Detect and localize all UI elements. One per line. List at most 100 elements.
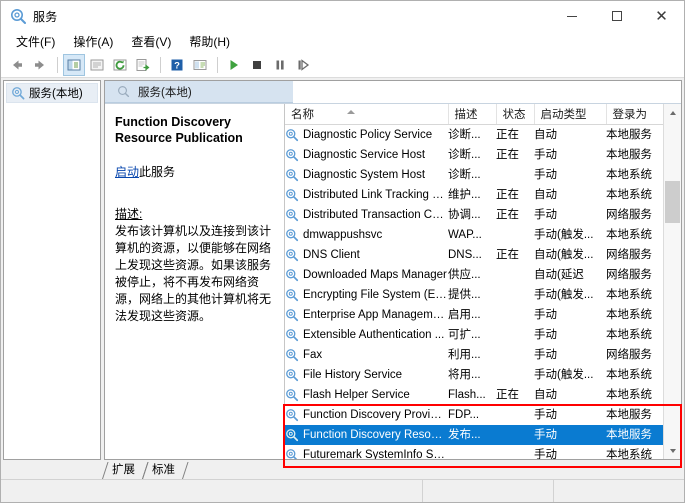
selected-service-title: Function Discovery Resource Publication (115, 115, 243, 145)
service-name-text: Diagnostic Service Host (303, 149, 426, 161)
cell-logon-as: 本地系统 (606, 309, 652, 321)
table-row[interactable]: Diagnostic Policy Service 诊断... 正在 自动 本地服务 (285, 125, 663, 146)
show-hide-console-tree-icon[interactable] (63, 54, 85, 76)
service-gear-icon (285, 388, 299, 402)
description-text: 发布该计算机以及连接到该计算机的资源，以便能够在网络上发现这些资源。如果该服务被… (115, 224, 272, 323)
cell-logon-as: 网络服务 (606, 209, 652, 221)
table-row[interactable]: Distributed Transaction Co... 协调... 正在 手动 网络… (285, 205, 663, 225)
scrollbar-thumb[interactable] (665, 181, 680, 223)
restart-service-icon[interactable] (292, 54, 314, 76)
minimize-button[interactable] (549, 1, 594, 31)
close-button[interactable]: ✕ (639, 1, 684, 31)
pane-body: Function Discovery Resource Publication … (105, 104, 681, 459)
service-action-line: 启动此服务 (115, 164, 275, 180)
cell-status: 正在 (496, 129, 519, 141)
cell-startup-type: 手动 (534, 309, 557, 321)
cell-status: 正在 (496, 389, 519, 401)
cell-logon-as: 本地系统 (606, 329, 652, 341)
scroll-down-button[interactable] (664, 442, 681, 459)
cell-startup-type: 手动(触发... (534, 289, 594, 301)
table-row[interactable]: Fax 利用... 手动 网络服务 (285, 345, 663, 365)
cell-status (496, 405, 534, 425)
menu-file[interactable]: 文件(F) (7, 32, 64, 52)
scroll-up-button[interactable] (664, 104, 681, 121)
tree-item-services-local[interactable]: 服务(本地) (6, 83, 98, 103)
start-service-icon[interactable] (223, 54, 245, 76)
cell-startup-type: 手动(触发... (534, 229, 594, 241)
maximize-button[interactable] (594, 1, 639, 31)
service-name-text: Downloaded Maps Manager (303, 269, 447, 281)
main-content: 服务(本地) 服务(本地) Function Discovery Resourc… (1, 78, 684, 460)
list-scroll-wrap: 名称 描述 状态 启动类型 登录为 Diagnostic Policy Serv… (285, 104, 681, 459)
service-name-text: Encrypting File System (EFS) (303, 289, 448, 301)
service-name-text: Extensible Authentication ... (303, 329, 445, 341)
column-header-status[interactable]: 状态 (496, 104, 535, 125)
cell-status (496, 225, 534, 245)
service-gear-icon (285, 268, 299, 282)
cell-logon-as: 本地系统 (606, 369, 652, 381)
services-table-body: Diagnostic Policy Service 诊断... 正在 自动 本地服务 Di… (285, 125, 663, 459)
table-row[interactable]: Enterprise App Manageme... 启用... 手动 本地系统 (285, 305, 663, 325)
table-row[interactable]: Downloaded Maps Manager 供应... 自动(延迟 网络服务 (285, 265, 663, 285)
cell-status: 正在 (496, 149, 519, 161)
cell-startup-type: 自动(延迟 (534, 269, 584, 281)
services-list-panel: 名称 描述 状态 启动类型 登录为 Diagnostic Policy Serv… (285, 104, 681, 459)
cell-logon-as: 网络服务 (606, 269, 652, 281)
service-gear-icon (285, 208, 299, 222)
menu-view[interactable]: 查看(V) (122, 32, 180, 52)
table-row[interactable]: Diagnostic System Host 诊断... 手动 本地系统 (285, 165, 663, 185)
cell-service-name: Function Discovery Resour... (285, 425, 448, 445)
status-segment-main (1, 480, 423, 502)
services-window: 服务 ✕ 文件(F) 操作(A) 查看(V) 帮助(H) ? 服务(本地) 服务… (0, 0, 685, 503)
table-row[interactable]: Diagnostic Service Host 诊断... 正在 手动 本地服务 (285, 145, 663, 165)
tree-item-label: 服务(本地) (29, 88, 83, 100)
column-header-logon-as[interactable]: 登录为 (606, 104, 663, 125)
cell-logon-as: 网络服务 (606, 249, 652, 261)
column-header-name[interactable]: 名称 (285, 104, 449, 125)
table-row[interactable]: dmwappushsvc WAP... 手动(触发... 本地系统 (285, 225, 663, 245)
pause-service-icon[interactable] (269, 54, 291, 76)
separator-2 (160, 57, 161, 73)
column-header-description[interactable]: 描述 (448, 104, 497, 125)
refresh-icon[interactable] (109, 54, 131, 76)
cell-service-name: Diagnostic Policy Service (285, 125, 448, 146)
table-row[interactable]: Function Discovery Resour... 发布... 手动 本地服务 (285, 425, 663, 445)
cell-service-name: Extensible Authentication ... (285, 325, 448, 345)
service-name-text: Fax (303, 349, 323, 361)
service-gear-icon (285, 228, 299, 242)
cell-logon-as: 本地系统 (606, 449, 652, 459)
cell-startup-type: 自动 (534, 389, 557, 401)
service-gear-icon (285, 328, 299, 342)
start-service-link[interactable]: 启动 (115, 165, 139, 179)
table-row[interactable]: Extensible Authentication ... 可扩... 手动 本地系统 (285, 325, 663, 345)
cell-service-name: Diagnostic System Host (285, 165, 448, 185)
properties-icon[interactable] (86, 54, 108, 76)
forward-icon[interactable] (29, 54, 51, 76)
column-header-startup-type[interactable]: 启动类型 (534, 104, 607, 125)
service-name-text: Distributed Transaction Co... (303, 209, 448, 221)
table-row[interactable]: Encrypting File System (EFS) 提供... 手动(触发..… (285, 285, 663, 305)
menu-action[interactable]: 操作(A) (64, 32, 122, 52)
table-row[interactable]: File History Service 将用... 手动(触发... 本地系统 (285, 365, 663, 385)
table-row[interactable]: Function Discovery Provide... FDP... 手动 本地服… (285, 405, 663, 425)
cell-logon-as: 本地服务 (606, 129, 652, 141)
back-icon[interactable] (6, 54, 28, 76)
stop-service-icon[interactable] (246, 54, 268, 76)
cell-startup-type: 手动 (534, 409, 557, 421)
table-row[interactable]: DNS Client DNS... 正在 自动(触发... 网络服务 (285, 245, 663, 265)
table-row[interactable]: Distributed Link Tracking C... 维护... 正在 自动 本… (285, 185, 663, 205)
show-hide-action-pane-icon[interactable] (189, 54, 211, 76)
table-row[interactable]: Futuremark SystemInfo Ser... 手动 本地系统 (285, 445, 663, 459)
tab-extended[interactable]: 扩展 (102, 462, 142, 479)
table-row[interactable]: Flash Helper Service Flash... 正在 自动 本地系统 (285, 385, 663, 405)
export-list-icon[interactable] (132, 54, 154, 76)
cell-description: 维护... (448, 189, 481, 201)
cell-service-name: Distributed Link Tracking C... (285, 185, 448, 205)
cell-service-name: Distributed Transaction Co... (285, 205, 448, 225)
scrollbar-track[interactable] (664, 121, 681, 442)
tab-standard[interactable]: 标准 (142, 462, 182, 479)
service-gear-icon (285, 428, 299, 442)
vertical-scrollbar[interactable] (663, 104, 681, 459)
menu-help[interactable]: 帮助(H) (180, 32, 239, 52)
help-icon[interactable]: ? (166, 54, 188, 76)
